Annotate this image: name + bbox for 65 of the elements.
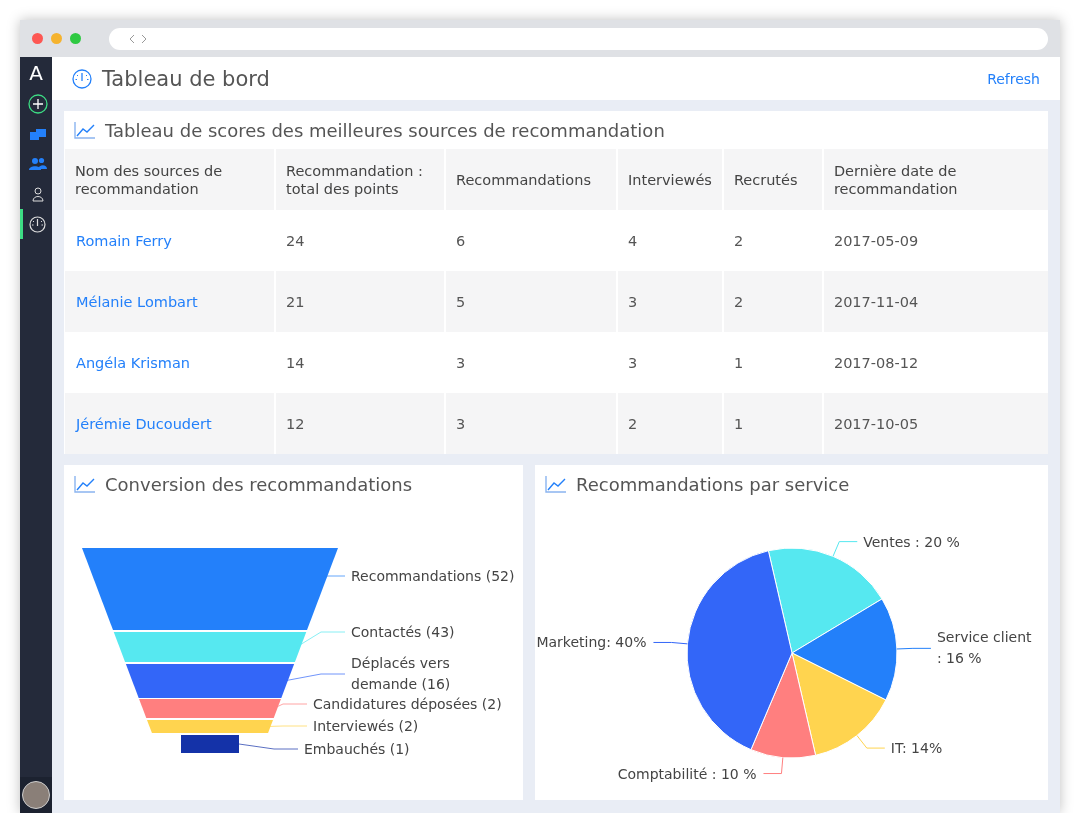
table-cell: 2017-10-05 [822,393,1048,454]
funnel-label: Recommandations (52) [351,566,515,586]
slice-label: Comptabilité : 10 % [617,764,757,784]
card-title: Recommandations par service [576,473,850,495]
funnel-label: Candidatures déposées (2) [313,694,502,714]
leader-line [238,743,299,750]
people-icon [28,157,47,171]
column-header: Recommandation : total des points [275,149,445,210]
back-forward-icon[interactable] [129,33,147,44]
table-cell: 14 [275,332,445,393]
funnel-label: Interviewés (2) [313,716,419,736]
line-chart-icon [545,475,567,493]
line-chart-icon [74,475,96,493]
gauge-icon [72,68,92,89]
table-cell: 2 [617,393,723,454]
table-cell: 1 [722,332,823,393]
table-cell: 3 [445,332,617,393]
line-chart-icon [74,121,96,139]
column-header: Dernière date de recommandation [822,149,1048,210]
table-cell: 2017-11-04 [822,271,1048,332]
source-name-link[interactable]: Angéla Krisman [76,354,190,371]
table-cell: 3 [617,332,723,393]
table-cell: 3 [445,393,617,454]
table-cell: 2 [722,210,823,271]
card-title: Tableau de scores des meilleures sources de recommandation [105,119,665,141]
table-cell: 21 [275,271,445,332]
leader-line [832,541,858,557]
funnel-label: Contactés (43) [351,622,455,642]
folders-icon [29,127,46,141]
leader-line [652,641,688,645]
slice-label: Marketing: 40% [536,632,647,652]
plus-icon [27,94,48,114]
source-name-link[interactable]: Mélanie Lombart [76,293,198,310]
app-logo[interactable]: A [29,57,43,89]
table-cell: 1 [722,393,823,454]
table-cell: 2 [722,271,823,332]
table-cell: 6 [445,210,617,271]
column-header: Recommandations [445,149,617,210]
funnel-label: Déplacés vers demande (16) [351,654,452,694]
slice-label: Ventes : 20 % [863,532,960,552]
avatar[interactable] [22,781,50,809]
source-name-link[interactable]: Jérémie Ducoudert [76,415,212,432]
table-cell: 24 [275,210,445,271]
table-cell: 12 [275,393,445,454]
column-header: Nom des sources de recommandation [65,149,275,210]
leader-line [762,757,784,775]
column-header: Interviewés [617,149,723,210]
funnel-label: Embauchés (1) [304,739,410,759]
table-cell: 4 [617,210,723,271]
close-window-icon[interactable] [32,33,43,44]
source-name-link[interactable]: Romain Ferry [76,232,172,249]
table-cell: 5 [445,271,617,332]
table-cell: 3 [617,271,723,332]
column-header: Recrutés [722,149,823,210]
leader-line [896,647,932,650]
person-icon [31,186,44,202]
slice-label: Service client : 16 % [936,628,1033,669]
card-title: Conversion des recommandations [105,473,413,495]
page-title: Tableau de bord [102,66,271,91]
table-cell: 2017-08-12 [822,332,1048,393]
leader-line [856,735,886,749]
refresh-link[interactable]: Refresh [987,70,1040,87]
gauge-icon [29,215,46,233]
slice-label: IT: 14% [890,738,943,758]
table-cell: 2017-05-09 [822,210,1048,271]
